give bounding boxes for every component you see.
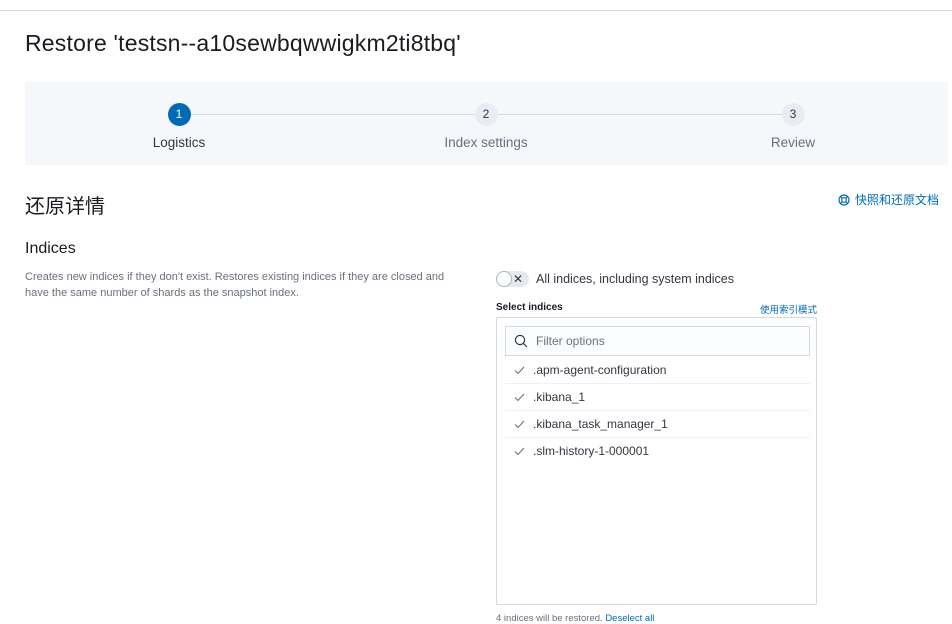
option-label: .apm-agent-configuration bbox=[533, 363, 667, 377]
help-lifebuoy-icon bbox=[838, 193, 850, 206]
restore-count-text: 4 indices will be restored. bbox=[496, 613, 603, 624]
indices-description: Creates new indices if they don't exist.… bbox=[25, 271, 445, 299]
section-title: 还原详情 bbox=[25, 194, 105, 218]
step-review[interactable]: 3 Review bbox=[723, 103, 863, 150]
page-title: Restore 'testsn--a10sewbqwwigkm2ti8tbq' bbox=[25, 30, 461, 56]
filter-input[interactable] bbox=[536, 334, 796, 348]
list-item[interactable]: .kibana_task_manager_1 bbox=[505, 411, 810, 438]
all-indices-switch-row: ✕ All indices, including system indices bbox=[496, 271, 734, 287]
docs-link[interactable]: 快照和还原文档 bbox=[838, 191, 939, 208]
step-label: Review bbox=[770, 135, 816, 150]
restore-count-note: 4 indices will be restored. Deselect all bbox=[496, 613, 654, 624]
all-indices-switch[interactable]: ✕ bbox=[496, 271, 529, 287]
option-label: .kibana_1 bbox=[533, 390, 586, 404]
options-list: .apm-agent-configuration .kibana_1 .kiba… bbox=[505, 357, 810, 464]
indices-selectable-list: .apm-agent-configuration .kibana_1 .kiba… bbox=[496, 317, 817, 605]
top-divider bbox=[0, 10, 952, 11]
steps-panel: 1 Logistics 2 Index settings 3 Review bbox=[25, 82, 948, 165]
check-icon bbox=[505, 393, 533, 402]
option-label: .kibana_task_manager_1 bbox=[533, 417, 668, 431]
step-index-settings[interactable]: 2 Index settings bbox=[416, 103, 556, 150]
check-icon bbox=[505, 420, 533, 429]
list-item[interactable]: .slm-history-1-000001 bbox=[505, 438, 810, 464]
list-item[interactable]: .apm-agent-configuration bbox=[505, 357, 810, 384]
step-logistics[interactable]: 1 Logistics bbox=[109, 103, 249, 150]
step-label: Logistics bbox=[152, 135, 206, 150]
docs-link-label: 快照和还原文档 bbox=[855, 193, 940, 207]
deselect-all-link[interactable]: Deselect all bbox=[605, 613, 654, 624]
switch-knob bbox=[496, 271, 512, 287]
select-indices-label: Select indices bbox=[496, 302, 563, 313]
step-number: 3 bbox=[781, 103, 805, 126]
step-label: Index settings bbox=[444, 135, 528, 150]
step-number: 1 bbox=[167, 103, 191, 126]
search-icon bbox=[514, 334, 528, 348]
use-index-pattern-link[interactable]: 使用索引模式 bbox=[760, 302, 817, 316]
all-indices-switch-label: All indices, including system indices bbox=[536, 272, 735, 286]
filter-field[interactable] bbox=[505, 326, 810, 356]
list-item[interactable]: .kibana_1 bbox=[505, 384, 810, 411]
cross-icon: ✕ bbox=[512, 272, 523, 286]
step-number: 2 bbox=[474, 103, 498, 126]
option-label: .slm-history-1-000001 bbox=[533, 444, 650, 458]
check-icon bbox=[505, 366, 533, 375]
check-icon bbox=[505, 447, 533, 456]
indices-title: Indices bbox=[25, 240, 76, 257]
